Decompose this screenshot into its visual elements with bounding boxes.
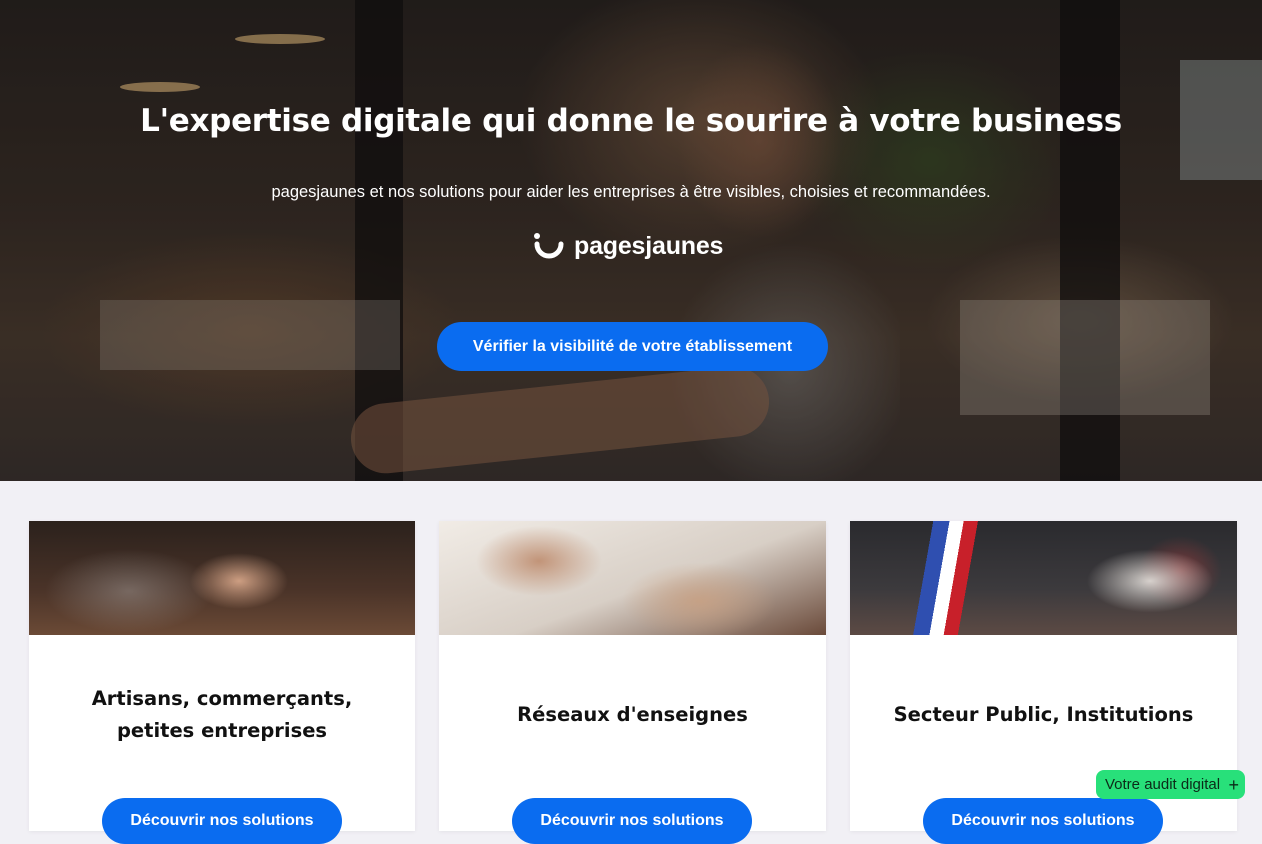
card-title: Secteur Public, Institutions xyxy=(893,703,1194,726)
discover-solutions-button[interactable]: Découvrir nos solutions xyxy=(102,798,342,844)
hero-subtitle: pagesjaunes et nos solutions pour aider … xyxy=(271,183,991,201)
audit-label: Votre audit digital xyxy=(1105,776,1221,793)
hero-banner: L'expertise digitale qui donne le sourir… xyxy=(0,0,1262,481)
pagesjaunes-smile-icon xyxy=(532,229,566,263)
pagesjaunes-logo: pagesjaunes xyxy=(532,228,723,264)
check-visibility-button[interactable]: Vérifier la visibilité de votre établiss… xyxy=(437,322,828,371)
card-title: Réseaux d'enseignes xyxy=(517,703,748,726)
plus-icon: + xyxy=(1228,774,1239,795)
discover-solutions-button[interactable]: Découvrir nos solutions xyxy=(512,798,752,844)
card-artisans: Artisans, commerçants, petites entrepris… xyxy=(29,521,415,844)
discover-solutions-button[interactable]: Découvrir nos solutions xyxy=(923,798,1163,844)
digital-audit-button[interactable]: Votre audit digital + xyxy=(1096,770,1245,799)
card-title-line: Artisans, commerçants, xyxy=(91,687,353,710)
brand-name: pagesjaunes xyxy=(574,231,724,260)
artisan-flour-hands-photo xyxy=(29,521,415,635)
card-enseignes: Réseaux d'enseignes Découvrir nos soluti… xyxy=(439,521,826,844)
signing-document-photo xyxy=(439,521,826,635)
hero-title: L'expertise digitale qui donne le sourir… xyxy=(140,103,1122,139)
card-title: Artisans, commerçants, petites entrepris… xyxy=(29,683,415,747)
card-title-line: petites entreprises xyxy=(116,719,328,742)
mayor-tricolor-sash-photo xyxy=(850,521,1237,635)
